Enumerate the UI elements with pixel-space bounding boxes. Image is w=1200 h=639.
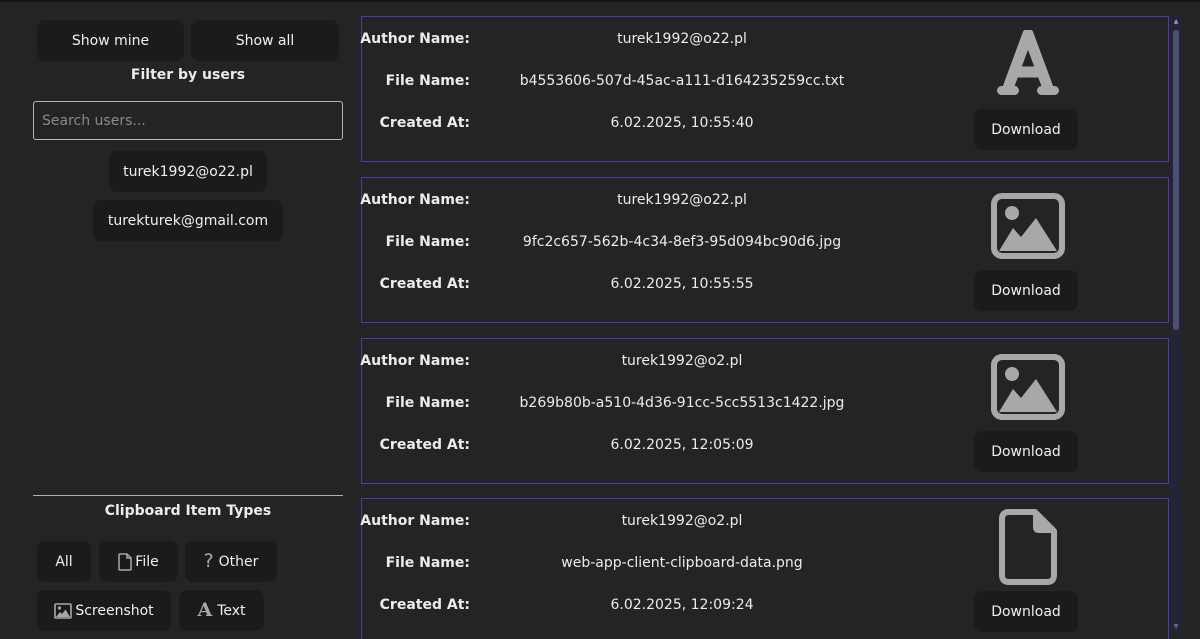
file-name-label: File Name: — [385, 73, 470, 89]
file-name-value: 9fc2c657-562b-4c34-8ef3-95d094bc90d6.jpg — [522, 234, 842, 250]
file-icon — [118, 552, 133, 571]
file-name-label: File Name: — [385, 234, 470, 250]
clipboard-item-card: Author Name: turek1992@o22.pl File Name: 9… — [360, 177, 1169, 323]
author-label: Author Name: — [360, 192, 470, 208]
type-filter-screenshot-button[interactable]: Screenshot — [37, 590, 171, 631]
download-button[interactable]: Download — [974, 591, 1078, 632]
filter-by-users-heading: Filter by users — [130, 67, 246, 83]
sidebar-divider — [33, 495, 343, 496]
image-icon — [54, 602, 73, 619]
image-icon — [978, 349, 1078, 425]
type-filter-label: File — [135, 553, 159, 570]
type-filter-label: All — [55, 553, 73, 570]
search-users-input[interactable] — [33, 101, 343, 140]
file-name-value: b4553606-507d-45ac-a111-d164235259cc.txt — [519, 73, 845, 89]
type-filter-label: Text — [217, 602, 246, 619]
author-value: turek1992@o2.pl — [621, 353, 743, 369]
author-label: Author Name: — [360, 31, 470, 47]
author-value: turek1992@o2.pl — [621, 513, 743, 529]
scroll-down-arrow-icon[interactable]: ▼ — [1170, 623, 1182, 631]
show-mine-button[interactable]: Show mine — [37, 20, 184, 61]
download-button[interactable]: Download — [974, 270, 1078, 311]
image-icon — [978, 188, 1078, 264]
author-value: turek1992@o22.pl — [617, 192, 747, 208]
clipboard-items-list: Author Name: turek1992@o22.pl File Name: b… — [355, 0, 1200, 639]
type-filter-all-button[interactable]: All — [37, 541, 91, 582]
type-filter-other-button[interactable]: ? Other — [185, 541, 277, 582]
file-icon — [978, 509, 1078, 585]
author-value: turek1992@o22.pl — [617, 31, 747, 47]
text-icon: A — [197, 599, 213, 621]
created-at-value: 6.02.2025, 12:09:24 — [610, 597, 754, 613]
download-button[interactable]: Download — [974, 109, 1078, 150]
created-at-value: 6.02.2025, 10:55:55 — [610, 276, 754, 292]
clipboard-item-card: Author Name: turek1992@o2.pl File Name: we… — [360, 498, 1169, 639]
download-button[interactable]: Download — [974, 431, 1078, 472]
type-filter-file-button[interactable]: File — [99, 541, 178, 582]
clipboard-item-card: Author Name: turek1992@o22.pl File Name: b… — [360, 16, 1169, 162]
question-icon: ? — [203, 550, 214, 572]
created-at-label: Created At: — [379, 115, 470, 131]
type-filter-text-button[interactable]: A Text — [179, 590, 264, 631]
clipboard-item-card: Author Name: turek1992@o2.pl File Name: b2… — [360, 338, 1169, 484]
created-at-value: 6.02.2025, 12:05:09 — [610, 437, 754, 453]
user-filter-button[interactable]: turekturek@gmail.com — [93, 200, 283, 241]
author-label: Author Name: — [360, 513, 470, 529]
file-name-value: web-app-client-clipboard-data.png — [561, 555, 803, 571]
text-icon — [978, 27, 1078, 103]
type-filter-label: Screenshot — [75, 602, 154, 619]
list-scrollbar[interactable]: ▲ ▼ — [1170, 16, 1182, 633]
clipboard-item-types-heading: Clipboard Item Types — [104, 503, 272, 519]
created-at-label: Created At: — [379, 276, 470, 292]
scroll-up-arrow-icon[interactable]: ▲ — [1170, 18, 1182, 26]
author-label: Author Name: — [360, 353, 470, 369]
created-at-value: 6.02.2025, 10:55:40 — [610, 115, 754, 131]
file-name-label: File Name: — [385, 395, 470, 411]
type-filter-label: Other — [218, 553, 259, 570]
created-at-label: Created At: — [379, 437, 470, 453]
file-name-value: b269b80b-a510-4d36-91cc-5cc5513c1422.jpg — [519, 395, 845, 411]
user-filter-button[interactable]: turek1992@o22.pl — [109, 151, 267, 192]
file-name-label: File Name: — [385, 555, 470, 571]
show-all-button[interactable]: Show all — [191, 20, 339, 61]
sidebar: Show mine Show all Filter by users turek… — [0, 0, 360, 639]
created-at-label: Created At: — [379, 597, 470, 613]
scrollbar-thumb[interactable] — [1173, 30, 1179, 330]
